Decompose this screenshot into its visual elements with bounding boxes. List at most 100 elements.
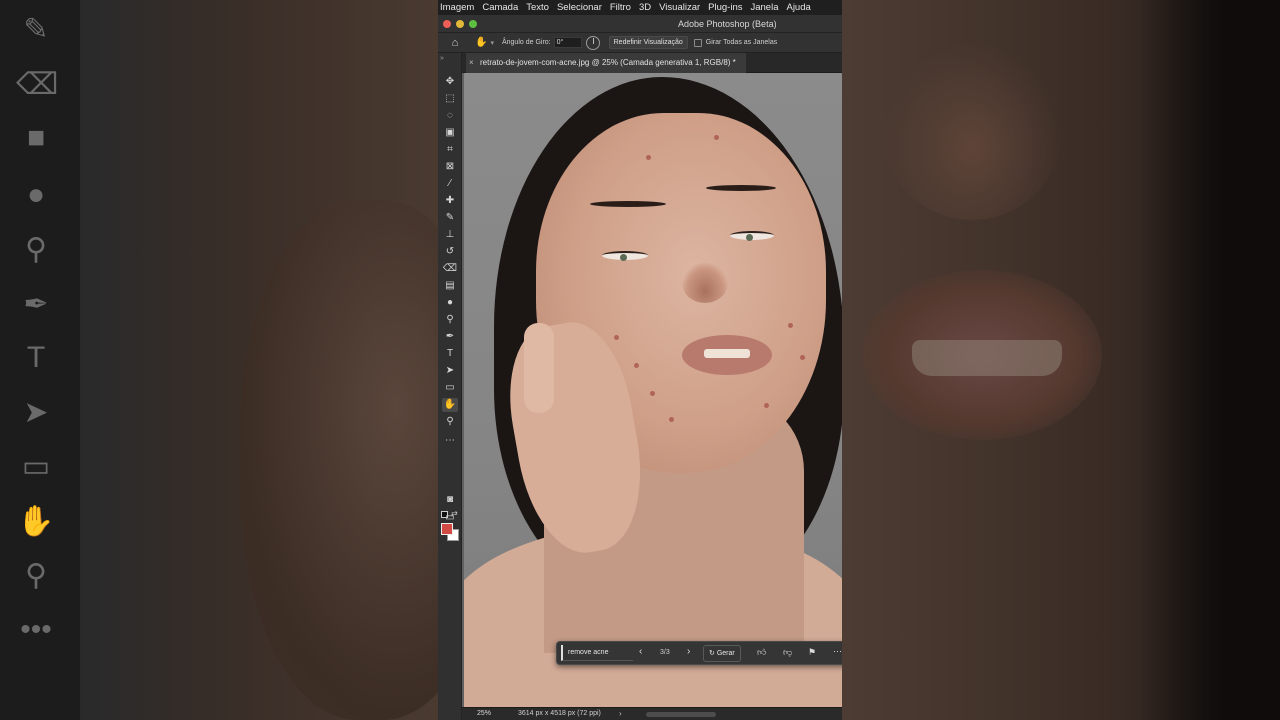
photo-nose [682,263,728,303]
blur-tool-icon[interactable]: ● [442,296,458,310]
close-icon[interactable]: × [469,53,474,73]
menu-imagem[interactable]: Imagem [438,2,480,13]
photo-right-iris [746,234,753,241]
generative-prompt-input[interactable]: remove acne [561,645,633,661]
next-variation-chevron-right-icon[interactable]: › [687,646,690,657]
lasso-tool-icon[interactable]: ◌ [442,109,458,123]
brush-tool-icon[interactable]: ✎ [442,211,458,225]
rotation-angle-input[interactable]: 0° [553,37,582,48]
photo-fingers [524,323,554,413]
blurred-teeth [912,340,1062,376]
thumbs-up-icon[interactable]: 👍︎ [757,647,766,658]
rotation-angle-label: Ângulo de Giro: [501,39,551,46]
acne-spot [800,355,805,360]
blurred-toolbar-zoom: ✎ ⌫ ■ ● ⚲ ✒ T ➤ ▭ ✋ ⚲ ••• [0,0,80,720]
variation-counter: 3/3 [660,649,670,656]
history-brush-tool-icon[interactable]: ↺ [442,245,458,259]
horizontal-scrollbar[interactable] [646,712,716,717]
acne-spot [669,417,674,422]
close-window-button[interactable] [443,20,451,28]
panel-collapse-icon[interactable]: » [440,55,444,62]
acne-spot [634,363,639,368]
pen-tool-icon[interactable]: ✒ [442,330,458,344]
photo-right-eye [730,231,774,241]
thumbs-down-icon[interactable]: 👎︎ [783,647,792,658]
healing-brush-tool-icon[interactable]: ✚ [442,194,458,208]
rotate-view-tool-icon[interactable]: ✋ [442,398,458,412]
menu-selecionar[interactable]: Selecionar [555,2,608,13]
menu-visualizar[interactable]: Visualizar [657,2,706,13]
acne-spot [614,335,619,340]
type-tool-icon[interactable]: T [442,347,458,361]
photo-right-brow [706,185,776,191]
rectangle-tool-icon[interactable]: ▭ [442,381,458,395]
flag-icon[interactable]: ⚑ [808,647,816,658]
dodge-icon: ⚲ [25,233,47,266]
status-menu-chevron-icon[interactable]: › [619,709,622,718]
blurred-face [240,200,438,720]
previous-variation-chevron-left-icon[interactable]: ‹ [639,646,642,657]
eraser-tool-icon[interactable]: ⌫ [442,262,458,276]
type-icon: T [26,341,46,374]
chevron-down-icon[interactable]: ▾ [490,39,494,47]
photo-left-iris [620,254,627,261]
blurred-background-right [842,0,1280,720]
menu-3d[interactable]: 3D [637,2,657,13]
quick-mask-icon[interactable]: ◙ [442,493,458,507]
blurred-hair [1140,0,1280,720]
canvas-area[interactable]: remove acne ‹ 3/3 › ↻ Gerar 👍︎ 👎︎ ⚑ ⋯ [462,73,842,707]
rotate-view-tool-icon[interactable]: ✋ [475,37,487,48]
object-selection-tool-icon[interactable]: ▣ [442,126,458,140]
document-image[interactable] [464,73,842,707]
more-icon: ••• [20,613,52,646]
photo-teeth [704,349,750,358]
menu-plug-ins[interactable]: Plug-ins [706,2,748,13]
menu-janela[interactable]: Janela [748,2,784,13]
menu-ajuda[interactable]: Ajuda [784,2,816,13]
home-icon[interactable]: ⌂ [447,36,463,50]
rotate-all-windows-checkbox[interactable] [693,38,702,47]
zoom-window-button[interactable] [469,20,477,28]
menu-texto[interactable]: Texto [524,2,555,13]
foreground-color-swatch[interactable] [441,523,453,535]
zoom-level[interactable]: 25% [477,710,491,717]
acne-spot [788,323,793,328]
tools-panel: » ✥ ⬚ ◌ ▣ ⌗ ⊠ ⁄ ✚ ✎ ⊥ ↺ ⌫ ▤ ● ⚲ ✒ T ➤ ▭ … [438,53,462,720]
path-selection-tool-icon[interactable]: ➤ [442,364,458,378]
eyedropper-tool-icon[interactable]: ⁄ [442,177,458,191]
more-tools-icon[interactable]: ⋯ [442,434,458,448]
acne-spot [650,391,655,396]
more-options-icon[interactable]: ⋯ [833,646,842,657]
document-tab-title: retrato-de-jovem-com-acne.jpg @ 25% (Cam… [480,58,736,67]
reset-view-button[interactable]: Redefinir Visualização [608,36,688,49]
dodge-tool-icon[interactable]: ⚲ [442,313,458,327]
document-dimensions: 3614 px x 4518 px (72 ppi) [518,710,601,717]
eraser-icon: ⌫ [16,68,59,101]
options-bar: ⌂ ✋ ▾ Ângulo de Giro: 0° Redefinir Visua… [438,33,842,53]
generate-button[interactable]: ↻ Gerar [703,645,741,662]
rotation-dial-icon[interactable] [585,35,600,50]
frame-tool-icon[interactable]: ⊠ [442,160,458,174]
rectangle-icon: ▭ [21,450,51,483]
marquee-tool-icon[interactable]: ⬚ [442,92,458,106]
photo-left-eye [602,251,648,261]
contextual-task-bar: remove acne ‹ 3/3 › ↻ Gerar 👍︎ 👎︎ ⚑ ⋯ [556,641,842,665]
status-bar: 25% 3614 px x 4518 px (72 ppi) › [462,707,842,720]
zoom-tool-icon[interactable]: ⚲ [442,415,458,429]
brush-icon: ✎ [23,13,49,46]
minimize-window-button[interactable] [456,20,464,28]
clone-stamp-tool-icon[interactable]: ⊥ [442,228,458,242]
menu-bar: Imagem Camada Texto Selecionar Filtro 3D… [438,0,842,15]
menu-filtro[interactable]: Filtro [608,2,637,13]
move-tool-icon[interactable]: ✥ [442,75,458,89]
path-selection-icon: ➤ [23,396,49,429]
title-bar: Adobe Photoshop (Beta) [438,15,842,33]
crop-tool-icon[interactable]: ⌗ [442,143,458,157]
acne-spot [714,135,719,140]
gradient-tool-icon[interactable]: ▤ [442,279,458,293]
document-tab-bar: × retrato-de-jovem-com-acne.jpg @ 25% (C… [462,53,842,73]
blurred-background-left: ✎ ⌫ ■ ● ⚲ ✒ T ➤ ▭ ✋ ⚲ ••• [0,0,438,720]
pen-icon: ✒ [23,288,49,321]
document-tab[interactable]: × retrato-de-jovem-com-acne.jpg @ 25% (C… [466,53,746,73]
menu-camada[interactable]: Camada [480,2,524,13]
